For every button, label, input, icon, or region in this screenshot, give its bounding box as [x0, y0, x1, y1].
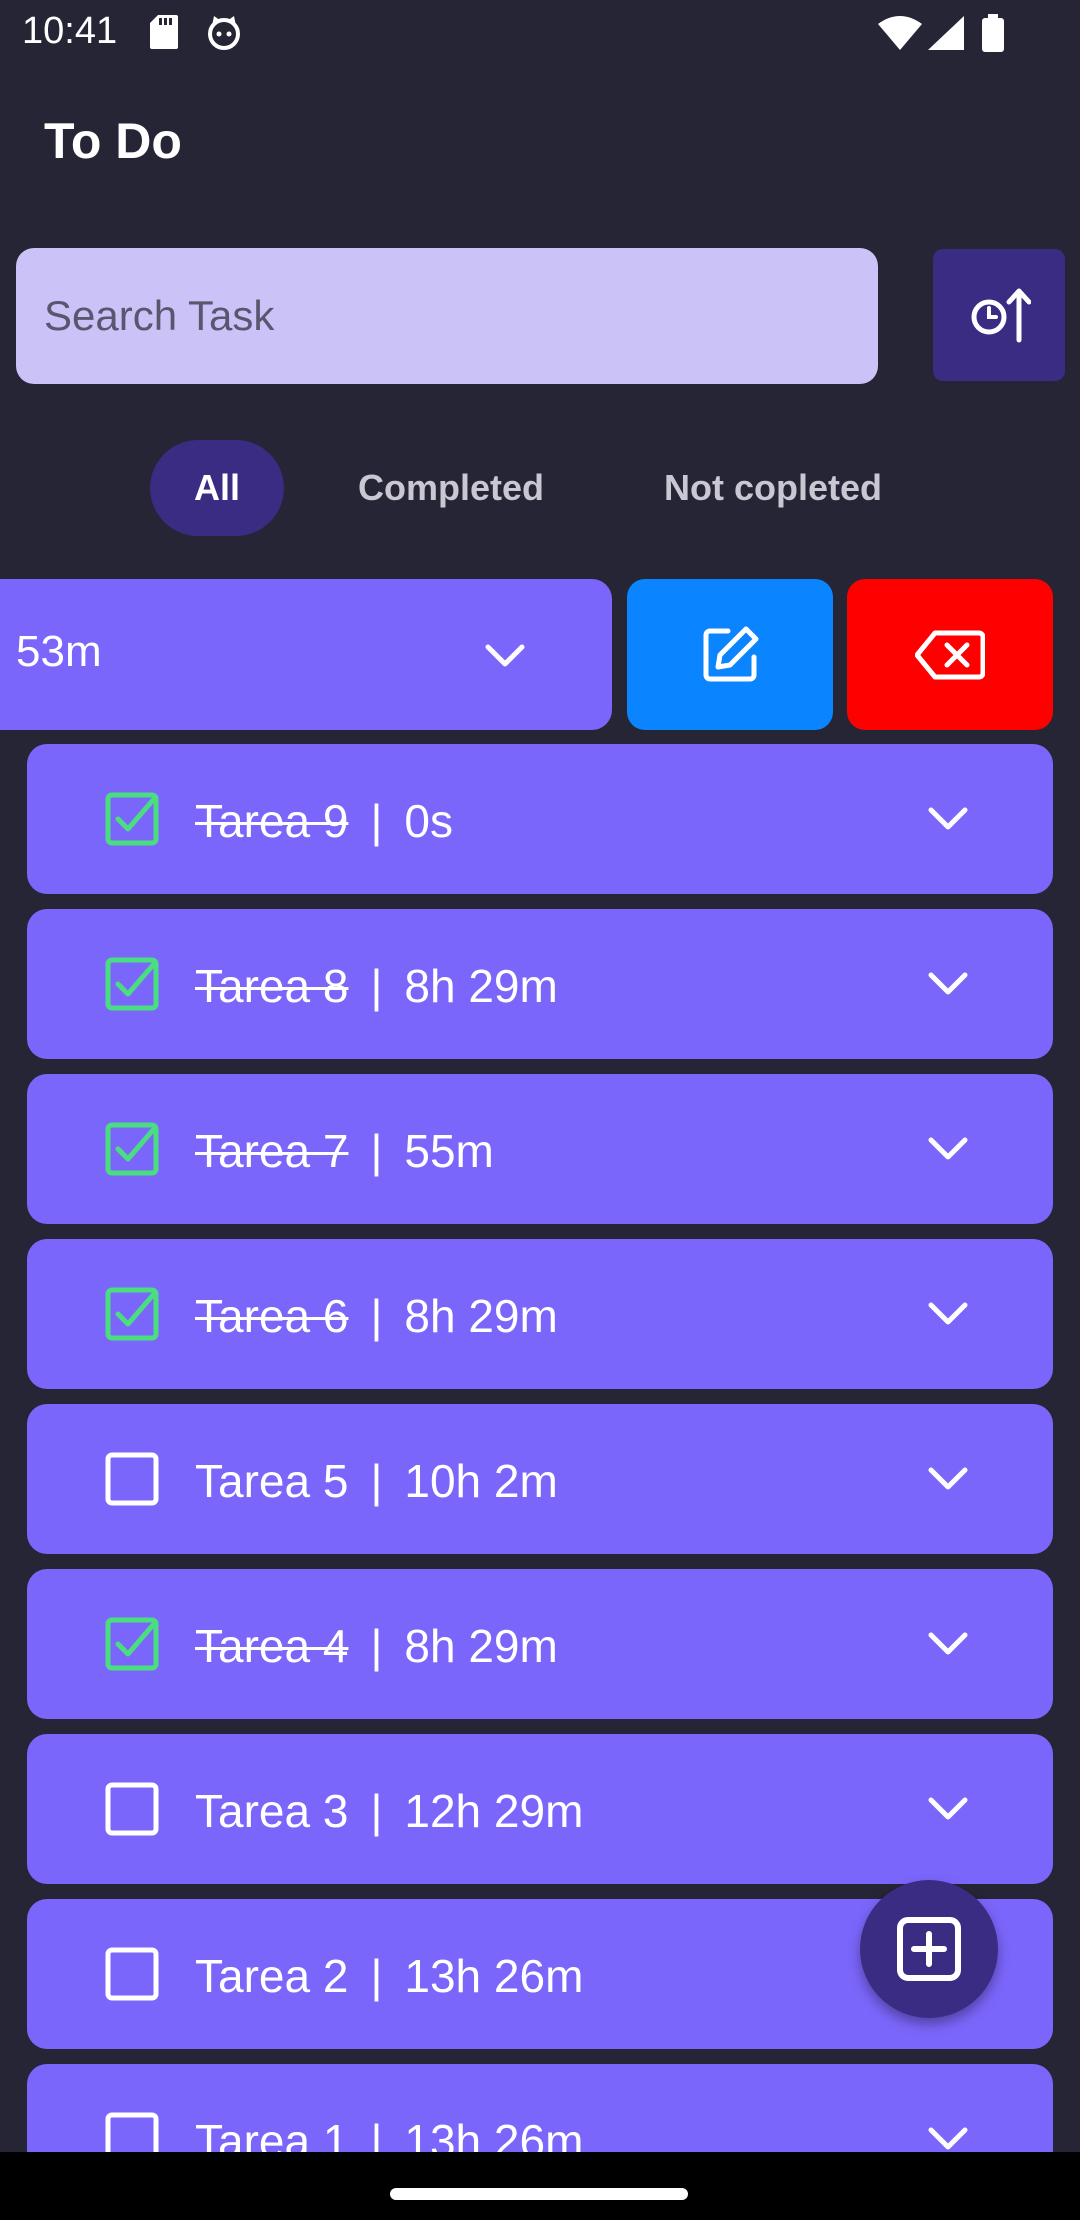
chevron-down-icon[interactable] [923, 794, 973, 844]
chevron-down-icon[interactable] [923, 1124, 973, 1174]
task-label: Tarea 4 | 8h 29m [195, 1619, 558, 1673]
task-duration: 8h 29m [404, 960, 558, 1012]
cat-icon [208, 16, 240, 50]
chevron-down-icon[interactable] [480, 631, 530, 681]
task-name: Tarea 4 [195, 1620, 349, 1672]
checkbox-empty-icon[interactable] [105, 1452, 159, 1506]
task-duration: 8h 29m [404, 1290, 558, 1342]
task-duration: 55m [404, 1125, 494, 1177]
chevron-down-icon[interactable] [923, 959, 973, 1009]
task-name: Tarea 6 [195, 1290, 349, 1342]
task-duration: 8h 29m [404, 1620, 558, 1672]
task-separator: | [370, 1950, 383, 2002]
task-label: Tarea 5 | 10h 2m [195, 1454, 558, 1508]
task-label: Tarea 6 | 8h 29m [195, 1289, 558, 1343]
status-time: 10:41 [22, 10, 118, 52]
home-indicator[interactable] [390, 2188, 688, 2200]
search-input[interactable] [16, 248, 878, 384]
task-label: Tarea 2 | 13h 26m [195, 1949, 583, 2003]
task-card[interactable]: Tarea 9 | 0s [27, 744, 1053, 894]
task-label: Tarea 8 | 8h 29m [195, 959, 558, 1013]
task-card[interactable]: Tarea 7 | 55m [27, 1074, 1053, 1224]
task-separator: | [370, 960, 383, 1012]
task-separator: | [370, 1620, 383, 1672]
task-duration: 13h 26m [404, 1950, 584, 2002]
task-card[interactable]: Tarea 8 | 8h 29m [27, 909, 1053, 1059]
clock-sort-up-icon [971, 288, 1031, 343]
backspace-x-icon [915, 630, 985, 679]
task-separator: | [370, 1290, 383, 1342]
tab-not-completed[interactable]: Not copleted [640, 440, 906, 536]
search-field[interactable] [16, 248, 878, 384]
chevron-down-icon[interactable] [923, 1619, 973, 1669]
task-separator: | [370, 1125, 383, 1177]
swiped-task-card[interactable]: 53m [0, 579, 612, 730]
signal-icon [928, 16, 964, 50]
add-square-icon [897, 1917, 961, 1981]
chevron-down-icon[interactable] [923, 1454, 973, 1504]
edit-task-button[interactable] [627, 579, 833, 730]
task-separator: | [370, 1785, 383, 1837]
task-name: Tarea 3 [195, 1785, 349, 1837]
task-separator: | [370, 1455, 383, 1507]
tab-completed[interactable]: Completed [330, 440, 572, 536]
checkbox-checked-icon[interactable] [105, 957, 159, 1011]
task-label: Tarea 3 | 12h 29m [195, 1784, 583, 1838]
delete-task-button[interactable] [847, 579, 1053, 730]
checkbox-checked-icon[interactable] [105, 1617, 159, 1671]
checkbox-checked-icon[interactable] [105, 1287, 159, 1341]
task-duration: 12h 29m [404, 1785, 584, 1837]
task-card[interactable]: Tarea 4 | 8h 29m [27, 1569, 1053, 1719]
swiped-task-text: 53m [16, 627, 102, 676]
chevron-down-icon[interactable] [923, 1784, 973, 1834]
task-name: Tarea 2 [195, 1950, 349, 2002]
sort-button[interactable] [933, 249, 1065, 381]
task-separator: | [370, 795, 383, 847]
task-duration: 10h 2m [404, 1455, 558, 1507]
chevron-down-icon[interactable] [923, 1289, 973, 1339]
system-nav-bar [0, 2152, 1080, 2220]
checkbox-empty-icon[interactable] [105, 1782, 159, 1836]
edit-icon [703, 626, 759, 681]
checkbox-checked-icon[interactable] [105, 1122, 159, 1176]
filter-tabs: All Completed Not copleted [0, 440, 1080, 536]
wifi-icon [878, 16, 922, 50]
checkbox-empty-icon[interactable] [105, 1947, 159, 2001]
add-task-button[interactable] [860, 1880, 998, 2018]
battery-icon [982, 14, 1004, 52]
page-title: To Do [44, 113, 182, 169]
task-label: Tarea 9 | 0s [195, 794, 453, 848]
task-card[interactable]: Tarea 6 | 8h 29m [27, 1239, 1053, 1389]
task-duration: 0s [404, 795, 453, 847]
task-name: Tarea 9 [195, 795, 349, 847]
task-name: Tarea 5 [195, 1455, 349, 1507]
tab-all[interactable]: All [150, 440, 284, 536]
task-card[interactable]: Tarea 3 | 12h 29m [27, 1734, 1053, 1884]
task-name: Tarea 7 [195, 1125, 349, 1177]
sd-card-icon [150, 15, 178, 49]
swiped-task-row: 53m [0, 579, 1080, 731]
status-bar: 10:41 [0, 0, 1080, 66]
checkbox-checked-icon[interactable] [105, 792, 159, 846]
task-label: Tarea 7 | 55m [195, 1124, 494, 1178]
task-card[interactable]: Tarea 5 | 10h 2m [27, 1404, 1053, 1554]
task-name: Tarea 8 [195, 960, 349, 1012]
